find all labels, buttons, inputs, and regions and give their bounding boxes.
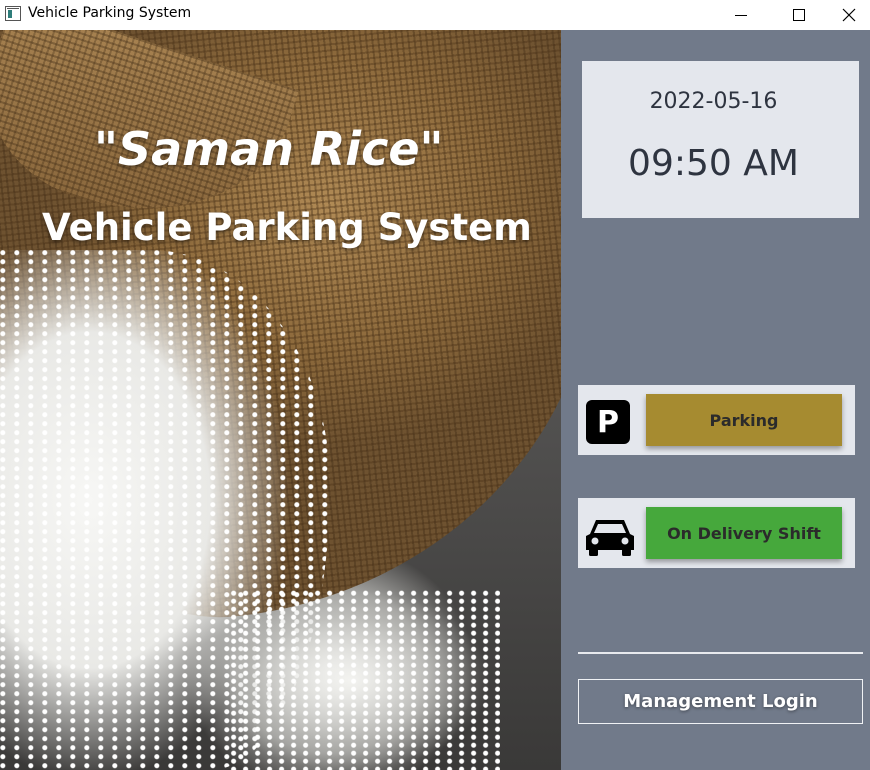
company-title: "Saman Rice": [94, 122, 444, 176]
current-time: 09:50 AM: [628, 143, 799, 184]
parking-icon-letter: P: [597, 404, 619, 440]
management-login-button[interactable]: Management Login: [578, 679, 863, 724]
parking-button[interactable]: Parking: [646, 394, 842, 446]
minimize-icon: [735, 14, 747, 16]
company-name: Saman Rice: [117, 122, 420, 176]
maximize-icon: [793, 9, 805, 21]
rice-front-image: [230, 590, 500, 770]
delivery-shift-button[interactable]: On Delivery Shift: [646, 507, 842, 559]
quote-open: ": [94, 122, 118, 176]
minimize-button[interactable]: [712, 0, 770, 30]
close-icon: [842, 8, 856, 22]
close-button[interactable]: [828, 0, 870, 30]
side-panel: 2022-05-16 09:50 AM P Parking On Deliver…: [561, 30, 870, 770]
parking-row: P Parking: [578, 385, 855, 455]
app-window: Vehicle Parking System "Saman Rice" Vehi…: [0, 0, 870, 770]
current-date: 2022-05-16: [649, 89, 778, 114]
parking-sign-icon: P: [586, 400, 630, 444]
car-icon: [586, 520, 634, 556]
clock-card: 2022-05-16 09:50 AM: [582, 61, 859, 218]
maximize-button[interactable]: [770, 0, 828, 30]
hero-image-panel: "Saman Rice" Vehicle Parking System: [0, 30, 561, 770]
divider: [578, 652, 863, 654]
window-title: Vehicle Parking System: [28, 5, 192, 21]
app-icon: [5, 6, 21, 21]
title-bar: Vehicle Parking System: [0, 0, 870, 30]
delivery-row: On Delivery Shift: [578, 498, 855, 568]
system-subtitle: Vehicle Parking System: [42, 206, 532, 249]
quote-close: ": [419, 122, 444, 176]
